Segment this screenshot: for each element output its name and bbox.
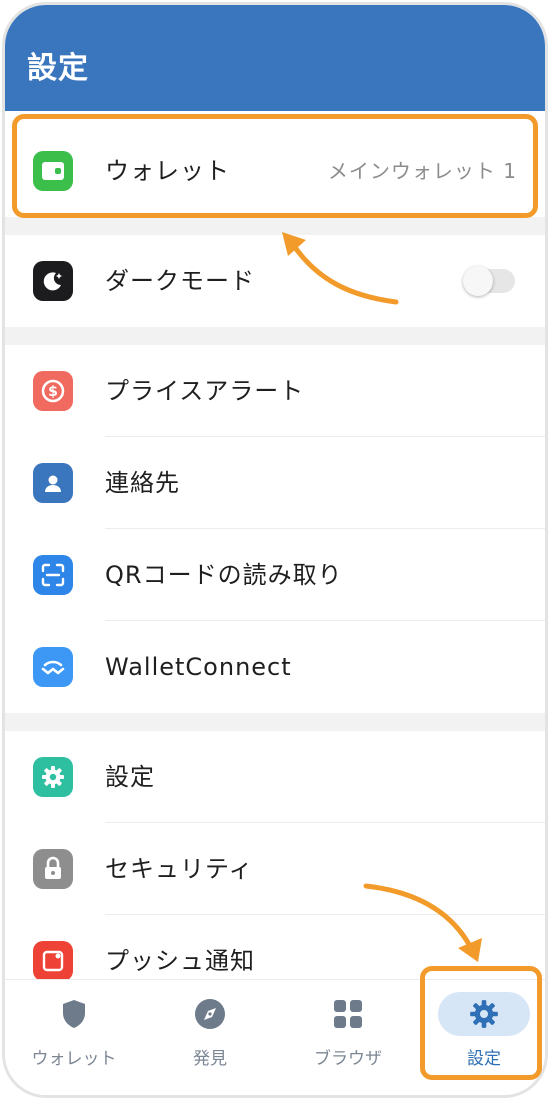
annotation-arrows [282,232,482,962]
